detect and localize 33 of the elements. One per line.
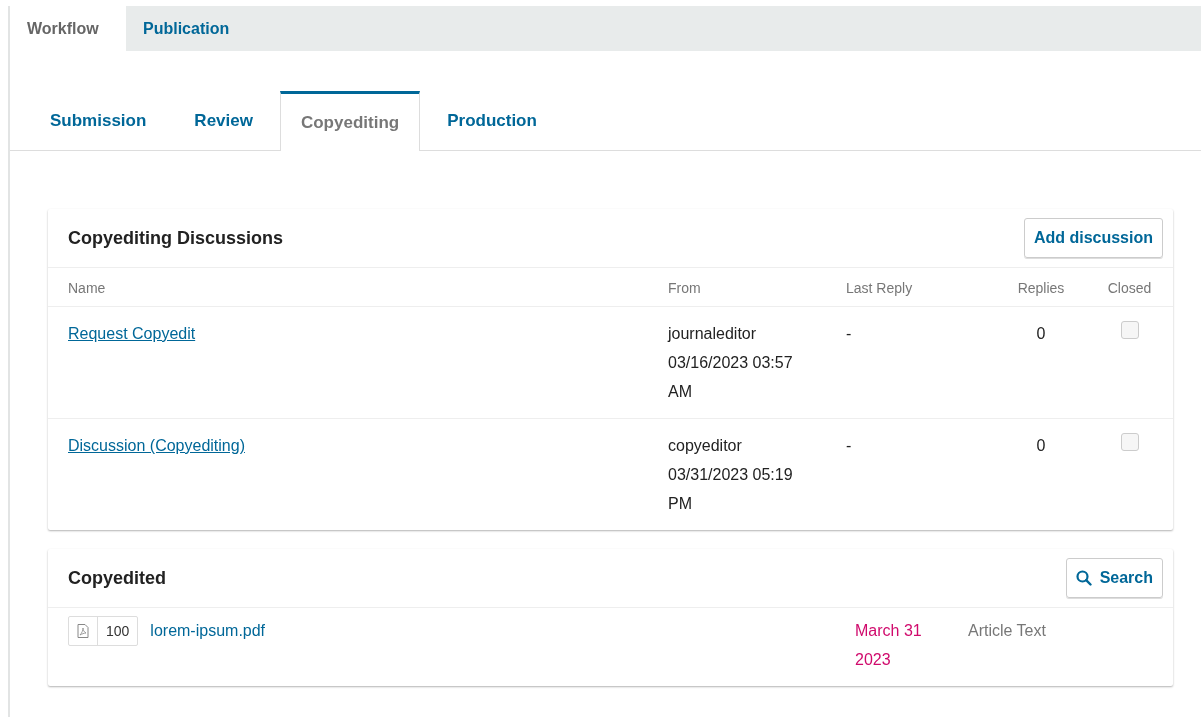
tab[interactable]: Review [173, 91, 274, 149]
panel-title: Copyediting Discussions [68, 227, 284, 249]
pdf-file-icon [77, 624, 89, 638]
column-header: Last Reply [846, 279, 914, 298]
column-header: Replies [1016, 279, 1066, 298]
date-text: 03/16/2023 03:57 AM [668, 353, 794, 402]
file-link[interactable]: lorem-ipsum.pdf [150, 616, 266, 645]
add-discussion-button[interactable]: Add discussion [1023, 218, 1163, 258]
closed-checkbox[interactable] [1120, 433, 1139, 451]
user-name: copyeditor [668, 436, 743, 456]
reply-count: 0 [1036, 437, 1046, 454]
search-button[interactable]: Search [1065, 558, 1163, 598]
search-icon [1075, 570, 1092, 586]
file-genre: Article Text [968, 622, 1046, 639]
column-header: Name [68, 279, 107, 298]
tab[interactable]: Workflow [10, 6, 126, 51]
column-header: From [668, 279, 702, 298]
column-header: Closed [1106, 279, 1153, 298]
closed-checkbox[interactable] [1120, 321, 1139, 339]
discussion-link[interactable]: Discussion (Copyediting) [68, 437, 245, 454]
reply-count: 0 [1036, 325, 1046, 342]
file-id: 100 [105, 622, 131, 641]
discussion-link[interactable]: Request Copyedit [68, 325, 196, 342]
tab[interactable]: Submission [29, 91, 168, 149]
panel-title: Copyedited [68, 567, 166, 589]
user-name: journaleditor [668, 324, 758, 344]
tab[interactable]: Publication [126, 6, 253, 51]
last-reply-text: - [846, 437, 852, 454]
tab[interactable]: Production [426, 91, 558, 149]
tab[interactable]: Copyediting [279, 91, 421, 151]
date-text: 03/31/2023 05:19 PM [668, 465, 794, 514]
last-reply-text: - [846, 325, 852, 342]
file-date: March 31 2023 [855, 621, 923, 670]
